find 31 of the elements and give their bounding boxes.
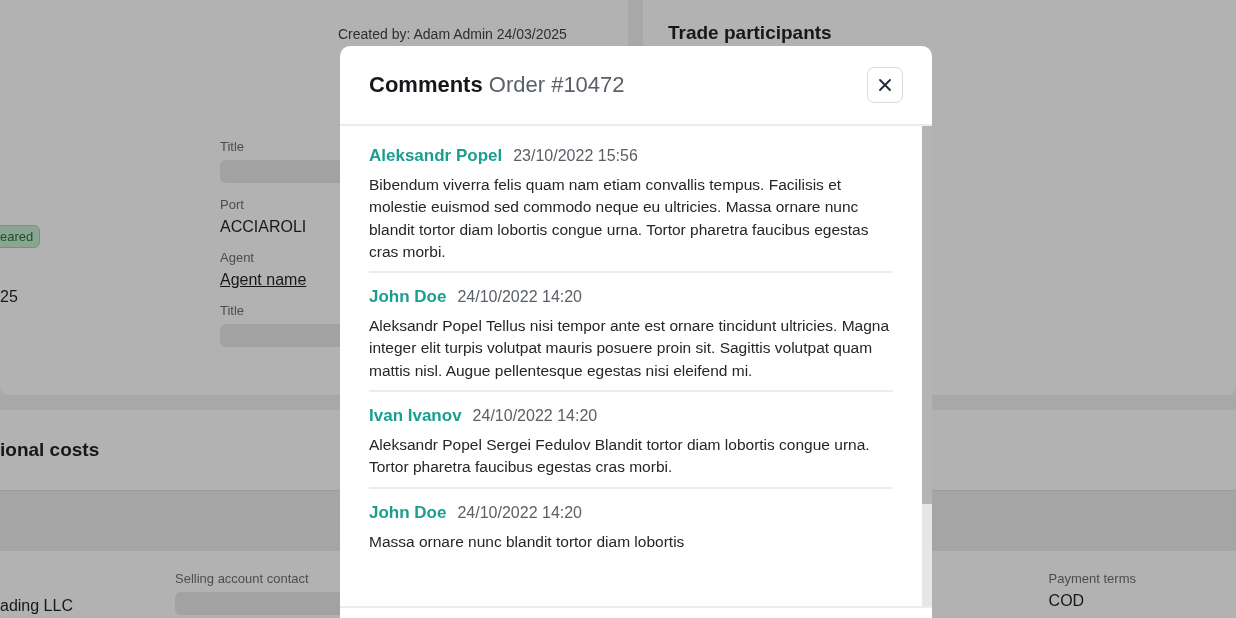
comment-date: 24/10/2022 14:20: [457, 503, 582, 522]
comment-text: Aleksandr Popel Tellus nisi tempor ante est ornare tincidunt ultricies. Magna integer elit turpis volutpat mauris posuere proin sit. Sagittis volutpat quam mattis nisl. Augue pellentesque egestas nisi eleifend mi.: [369, 316, 891, 381]
company-name: ading LLC: [0, 597, 74, 615]
comment-date: 23/10/2022 15:56: [513, 147, 638, 165]
field-label: Selling account contact: [175, 571, 310, 586]
comment-author: Aleksandr Popel: [369, 146, 503, 166]
comment-author: Ivan Ivanov: [369, 406, 462, 427]
agent-link[interactable]: Agent name: [220, 271, 307, 289]
close-icon: [878, 78, 892, 92]
comment-text: Bibendum viverra felis quam nam etiam convallis tempus. Facilisis et molestie euismod sed commodo neque eu ultricies. Massa ornare nunc blandit tortor diam lobortis congue urna. Tortor pharetra faucibus egestas cras morbi.: [369, 175, 870, 262]
field-value: ACCIAROLI: [220, 218, 307, 236]
comment-author: John Doe: [369, 287, 447, 308]
status-badge: eared: [0, 225, 41, 248]
section-title: ional costs: [0, 439, 100, 461]
close-button[interactable]: [867, 67, 903, 103]
field-label: Title: [220, 303, 245, 318]
field-label: Agent: [220, 250, 254, 265]
comment-date: 24/10/2022 14:20: [472, 407, 598, 426]
field-label: Title: [220, 139, 245, 154]
comment-text: Massa ornare nunc blandit tortor diam lobortis: [369, 531, 686, 552]
field-value: COD: [1048, 592, 1086, 610]
section-title: Trade participants: [668, 22, 832, 43]
scrollbar[interactable]: [922, 126, 932, 606]
field-label: Port: [220, 197, 244, 212]
comment-text: Aleksandr Popel Sergei Fedulov Blandit tortor diam lobortis congue urna. Tortor pharetra faucibus egestas cras morbi.: [369, 435, 871, 478]
dialog-title: Comments Order #10472: [369, 72, 625, 98]
date-text: 25: [0, 288, 18, 306]
field-label: Payment terms: [1048, 571, 1136, 586]
comment-author: John Doe: [369, 502, 447, 523]
comment-date: 24/10/2022 14:20: [457, 288, 582, 307]
created-by-text: Created by: Adam Admin 24/03/2025: [338, 26, 567, 42]
